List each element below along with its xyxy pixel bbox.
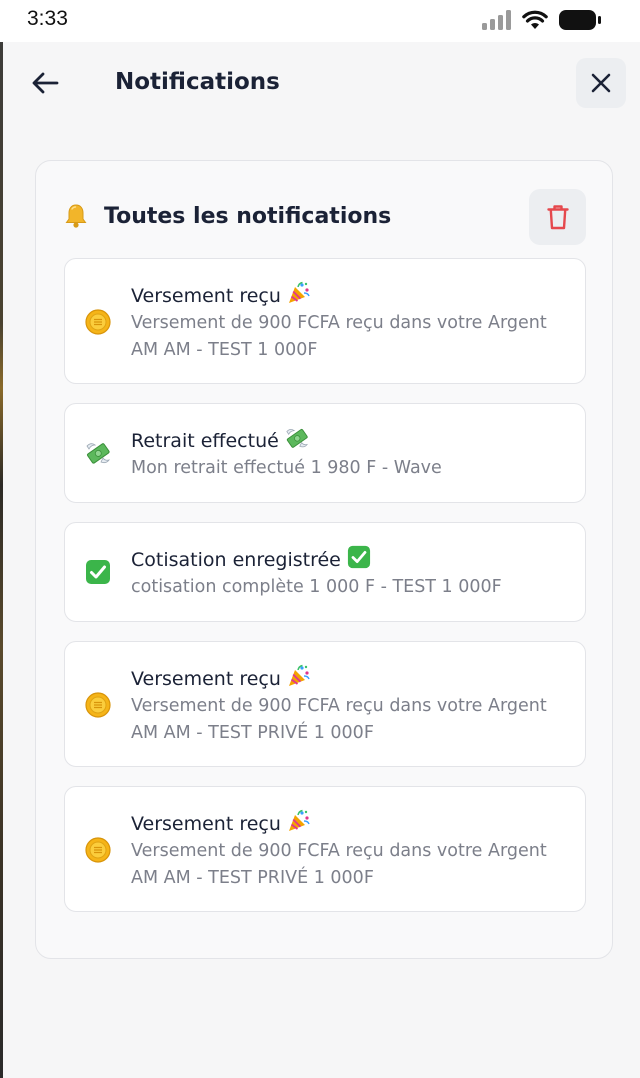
party-popper-icon — [287, 281, 311, 310]
notification-item[interactable]: Versement reçu Versement de 900 FCFA reç… — [64, 786, 586, 912]
status-bar: 3:33 — [0, 0, 640, 42]
notification-body: Versement de 900 FCFA reçu dans votre Ar… — [131, 841, 547, 888]
background-edge — [0, 0, 3, 1078]
arrow-left-icon — [32, 72, 59, 94]
notification-body: Versement de 900 FCFA reçu dans votre Ar… — [131, 696, 547, 743]
notification-item[interactable]: Retrait effectué Mon retrait effectué 1 … — [64, 403, 586, 503]
battery-icon — [559, 10, 601, 30]
notification-title: Versement reçu — [131, 281, 311, 310]
party-popper-icon — [287, 664, 311, 693]
notification-item[interactable]: Cotisation enregistrée cotisation complè… — [64, 522, 586, 622]
status-time: 3:33 — [27, 7, 68, 30]
notification-title: Versement reçu — [131, 809, 311, 838]
money-with-wings-icon — [285, 426, 309, 455]
back-button[interactable] — [28, 66, 62, 100]
coin-icon — [85, 837, 111, 863]
notifications-screen: 3:33 Notifications Toutes les notificati… — [0, 0, 640, 1078]
card-title: Toutes les notifications — [104, 204, 392, 229]
notification-body: cotisation complète 1 000 F - TEST 1 000… — [131, 577, 502, 597]
notification-body: Versement de 900 FCFA reçu dans votre Ar… — [131, 313, 547, 360]
check-mark-icon — [85, 559, 111, 585]
page-title: Notifications — [115, 69, 280, 95]
notification-item[interactable]: Versement reçu Versement de 900 FCFA reç… — [64, 258, 586, 384]
app-header: Notifications — [0, 42, 640, 126]
money-with-wings-icon — [85, 440, 111, 466]
bell-icon — [65, 204, 87, 228]
trash-icon — [546, 205, 569, 230]
delete-all-button[interactable] — [529, 189, 586, 245]
close-icon — [591, 73, 611, 93]
notification-title: Retrait effectué — [131, 426, 309, 455]
coin-icon — [85, 692, 111, 718]
notification-item[interactable]: Versement reçu Versement de 900 FCFA reç… — [64, 641, 586, 767]
card-header: Toutes les notifications — [64, 189, 586, 245]
coin-icon — [85, 309, 111, 335]
notification-title: Cotisation enregistrée — [131, 545, 371, 574]
notification-body: Mon retrait effectué 1 980 F - Wave — [131, 458, 442, 478]
wifi-icon — [522, 10, 548, 29]
cellular-signal-icon — [482, 10, 511, 30]
check-mark-icon — [347, 545, 371, 574]
notification-title: Versement reçu — [131, 664, 311, 693]
close-button[interactable] — [576, 58, 626, 108]
party-popper-icon — [287, 809, 311, 838]
notifications-card: Toutes les notifications Versement reçu — [35, 160, 613, 959]
status-icons — [482, 9, 602, 31]
